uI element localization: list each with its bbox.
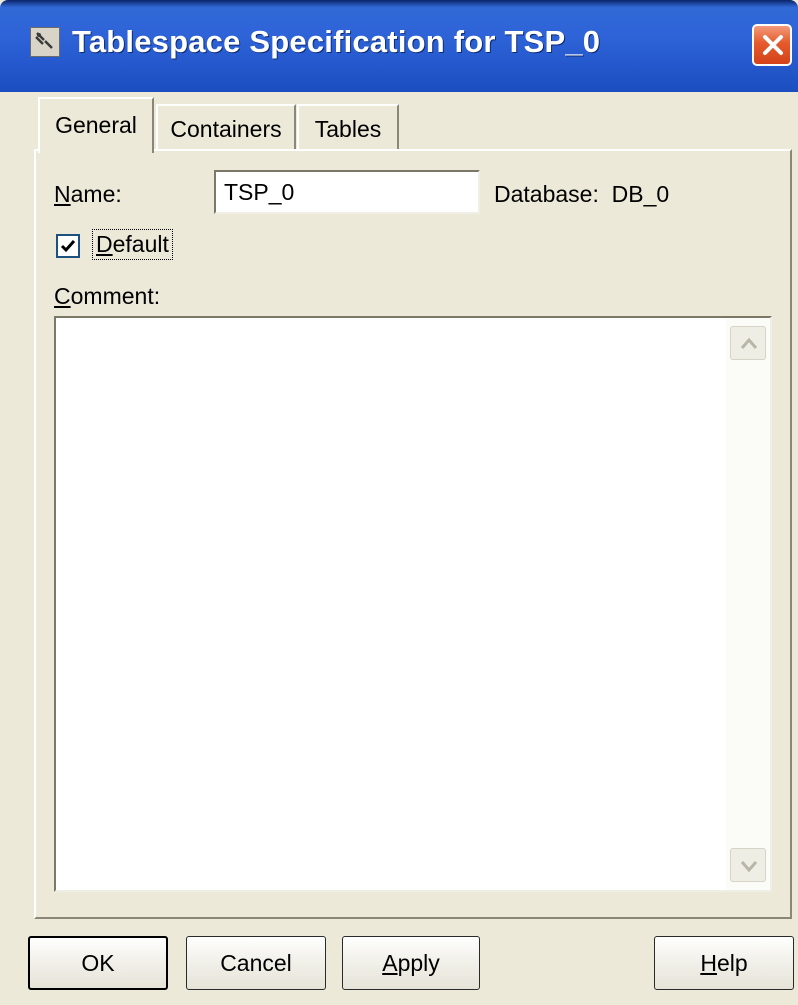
- checkmark-icon: [60, 240, 76, 253]
- tab-containers[interactable]: Containers: [156, 104, 296, 150]
- window-title: Tablespace Specification for TSP_0: [72, 24, 601, 59]
- comment-label: Comment:: [54, 283, 161, 309]
- tablespace-dialog: Tablespace Specification for TSP_0 Gener…: [0, 0, 798, 1005]
- database-label: Database: DB_0: [494, 181, 670, 207]
- scroll-up-button[interactable]: [730, 326, 766, 360]
- tablespace-icon: [30, 27, 60, 57]
- comment-scrollbar[interactable]: [726, 318, 770, 890]
- database-value: DB_0: [611, 181, 670, 207]
- tab-tables[interactable]: Tables: [297, 104, 399, 150]
- tab-general[interactable]: General: [38, 97, 154, 153]
- default-checkbox-label[interactable]: Default: [92, 229, 173, 260]
- scroll-down-arrow-icon: [740, 861, 758, 873]
- apply-button[interactable]: Apply: [342, 936, 480, 990]
- close-button[interactable]: [752, 24, 792, 66]
- close-icon: [763, 35, 783, 55]
- help-button[interactable]: Help: [654, 936, 794, 990]
- default-checkbox[interactable]: [56, 234, 80, 258]
- scroll-down-button[interactable]: [730, 848, 766, 882]
- name-input[interactable]: [214, 170, 480, 214]
- comment-textarea[interactable]: [54, 316, 772, 892]
- name-label: Name:: [54, 181, 122, 207]
- cancel-button[interactable]: Cancel: [186, 936, 326, 990]
- title-bar[interactable]: Tablespace Specification for TSP_0: [0, 0, 798, 92]
- ok-button[interactable]: OK: [28, 936, 168, 990]
- scroll-up-arrow-icon: [740, 337, 758, 349]
